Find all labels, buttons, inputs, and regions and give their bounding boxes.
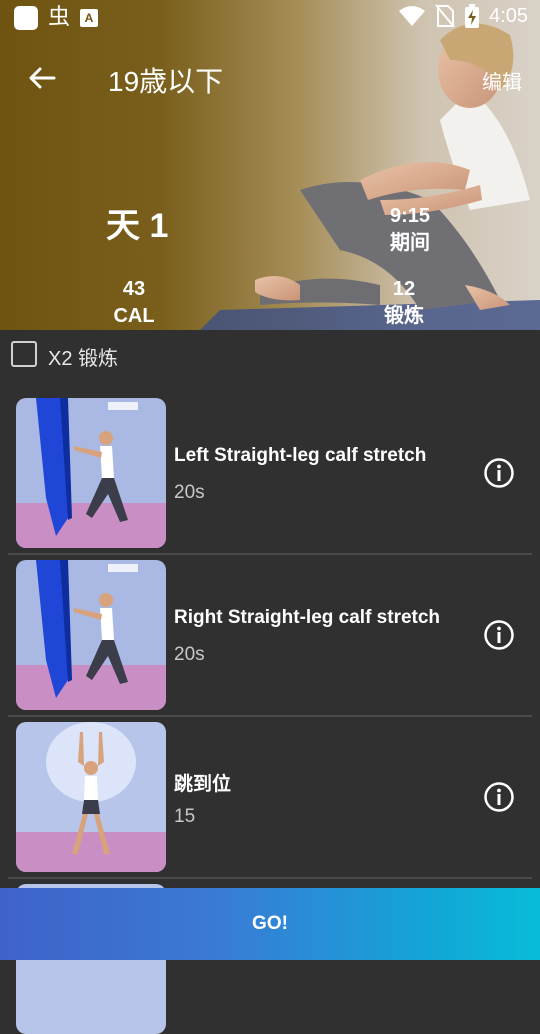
day-label: 天 1 bbox=[106, 207, 169, 245]
exercise-thumbnail bbox=[16, 722, 166, 872]
exercise-name: Left Straight-leg calf stretch bbox=[174, 445, 427, 466]
exercise-duration: 20s bbox=[174, 482, 205, 503]
info-icon[interactable] bbox=[483, 457, 515, 489]
a-icon: A bbox=[80, 9, 99, 27]
arrow-left-icon bbox=[29, 67, 56, 89]
exercise-name: Right Straight-leg calf stretch bbox=[174, 607, 441, 628]
exercises-label: 锻炼 bbox=[384, 305, 424, 327]
exercises-value: 12 bbox=[392, 278, 416, 300]
wifi-icon bbox=[399, 6, 426, 26]
x2-toggle-row[interactable]: X2 锻炼 bbox=[0, 330, 540, 382]
clock: 4:05 bbox=[489, 4, 528, 27]
exercise-name: 跳到位 bbox=[174, 774, 232, 795]
duration-stat: 9:15 期间 bbox=[370, 203, 450, 257]
calories-value: 43 bbox=[122, 278, 146, 300]
hero-banner: 虫 A 4:05 19歳以下 编辑 天 1 9:15 期间 43 CAL 12 … bbox=[0, 0, 540, 330]
exercise-duration: 15 bbox=[174, 806, 196, 827]
list-item[interactable]: Right Straight-leg calf stretch 20s bbox=[0, 544, 540, 717]
status-bar: 虫 A 4:05 bbox=[0, 0, 540, 36]
duration-label: 期间 bbox=[390, 232, 430, 254]
exercises-stat: 12 锻炼 bbox=[364, 276, 444, 330]
calories-label: CAL bbox=[113, 305, 155, 327]
info-icon[interactable] bbox=[483, 781, 515, 813]
toolbar: 19歳以下 编辑 bbox=[0, 48, 540, 108]
exercise-duration: 20s bbox=[174, 644, 205, 665]
bug-icon: 虫 bbox=[48, 5, 71, 30]
no-sim-icon bbox=[435, 4, 455, 28]
exercise-thumbnail bbox=[16, 398, 166, 548]
duration-value: 9:15 bbox=[389, 205, 431, 227]
go-button[interactable]: GO! bbox=[0, 888, 540, 960]
edit-button[interactable]: 编辑 bbox=[482, 66, 522, 95]
info-icon[interactable] bbox=[483, 619, 515, 651]
battery-charging-icon bbox=[465, 4, 480, 28]
list-item[interactable]: 跳到位 15 bbox=[0, 706, 540, 879]
calories-stat: 43 CAL bbox=[94, 276, 174, 330]
app-icon bbox=[14, 6, 38, 30]
list-item[interactable]: Left Straight-leg calf stretch 20s bbox=[0, 382, 540, 555]
x2-label: X2 锻炼 bbox=[48, 348, 119, 370]
page-title: 19歳以下 bbox=[108, 66, 224, 97]
x2-checkbox[interactable] bbox=[11, 341, 37, 367]
back-button[interactable] bbox=[22, 58, 62, 98]
exercise-thumbnail bbox=[16, 560, 166, 710]
